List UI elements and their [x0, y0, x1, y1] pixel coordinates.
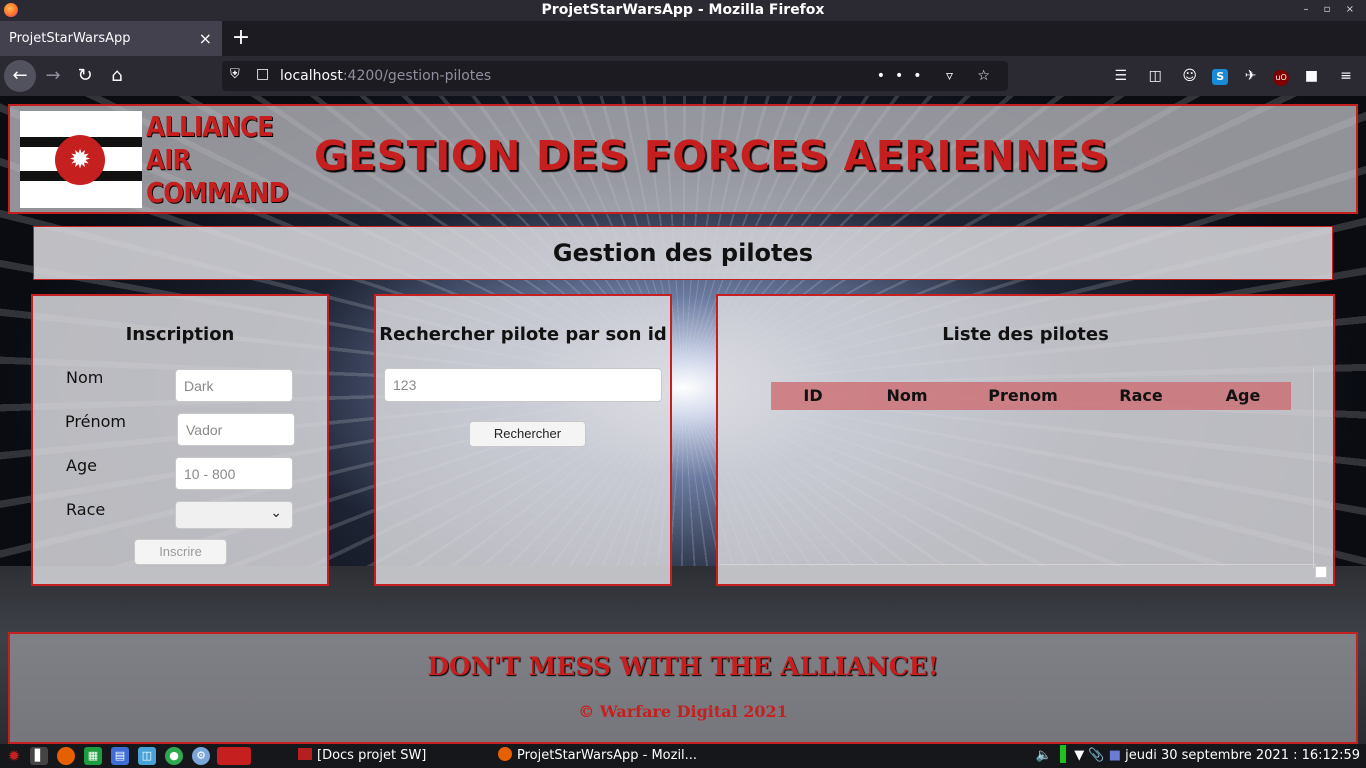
- age-label: Age: [66, 456, 97, 475]
- back-arrow-icon[interactable]: ←: [4, 60, 36, 92]
- pilot-id-search-input[interactable]: [384, 368, 662, 402]
- extension-ship-icon[interactable]: ✈: [1239, 56, 1263, 96]
- start-menu-icon[interactable]: ✹: [5, 747, 23, 765]
- column-header-age[interactable]: Age: [1195, 382, 1291, 410]
- ublock-icon[interactable]: uO: [1273, 70, 1290, 86]
- system-taskbar: ✹ ▋ ▦ ▤ ◫ ● ⚙ [Docs projet SW] ProjetSta…: [0, 744, 1366, 768]
- tab-title: ProjetStarWarsApp: [9, 31, 131, 46]
- teams-icon[interactable]: ■: [1109, 748, 1121, 763]
- table-header: ID Nom Prenom Race Age: [771, 382, 1291, 410]
- pilot-table: ID Nom Prenom Race Age: [718, 366, 1314, 566]
- settings-icon[interactable]: ⚙: [192, 747, 210, 765]
- footer-copyright: © Warfare Digital 2021: [578, 702, 788, 721]
- inscription-panel: Inscription Nom Prénom Age Race ⌄ Inscri…: [31, 294, 329, 586]
- extension-s-icon[interactable]: S: [1212, 69, 1229, 85]
- horizontal-scrollbar[interactable]: [720, 564, 1316, 578]
- active-firefox-icon[interactable]: [217, 747, 251, 765]
- column-header-nom[interactable]: Nom: [855, 382, 959, 410]
- new-tab-button[interactable]: +: [230, 21, 252, 56]
- prenom-label: Prénom: [65, 412, 126, 431]
- toolbar-icons: ☰ ◫ ☺ S ✈ uO ■ ≡: [1103, 56, 1358, 96]
- banner-title: GESTION DES FORCES AERIENNES: [314, 132, 1109, 180]
- browser-tab[interactable]: ProjetStarWarsApp ×: [0, 21, 222, 56]
- footer-slogan: DON'T MESS WITH THE ALLIANCE!: [427, 652, 939, 681]
- page-title: Gestion des pilotes: [33, 226, 1333, 280]
- forward-arrow-icon[interactable]: →: [37, 60, 69, 92]
- firefox-icon: [4, 3, 18, 17]
- url-text[interactable]: localhost:4200/gestion-pilotes: [280, 61, 491, 91]
- maps-icon[interactable]: ●: [165, 747, 183, 765]
- task-docs[interactable]: [Docs projet SW]: [298, 744, 426, 768]
- nav-bar: ← → ↻ ⌂ ⛨ □ localhost:4200/gestion-pilot…: [0, 56, 1366, 96]
- files-icon[interactable]: ◫: [138, 747, 156, 765]
- alliance-flag-logo: ✹: [20, 111, 142, 208]
- address-bar[interactable]: ⛨ □ localhost:4200/gestion-pilotes ••• ▿…: [222, 61, 1008, 91]
- chevron-down-icon: ⌄: [270, 505, 282, 521]
- inscrire-button[interactable]: Inscrire: [134, 539, 227, 565]
- site-header: ✹ ALLIANCE AIR COMMAND GESTION DES FORCE…: [8, 104, 1358, 214]
- window-title: ProjetStarWarsApp - Mozilla Firefox: [541, 2, 825, 18]
- search-title: Rechercher pilote par son id: [379, 324, 667, 345]
- menu-icon[interactable]: ≡: [1334, 56, 1358, 96]
- firefox-task-icon: [498, 747, 512, 761]
- tab-strip: ProjetStarWarsApp × +: [0, 21, 1366, 56]
- library-icon[interactable]: ☰: [1109, 56, 1133, 96]
- account-icon[interactable]: ☺: [1178, 56, 1202, 96]
- prenom-field[interactable]: [177, 413, 295, 446]
- home-icon[interactable]: ⌂: [101, 60, 133, 92]
- nom-field[interactable]: [175, 369, 293, 402]
- wifi-icon[interactable]: ▼: [1074, 748, 1084, 763]
- rebel-emblem-icon: ✹: [55, 135, 105, 185]
- spreadsheet-icon[interactable]: ▦: [84, 747, 102, 765]
- race-label: Race: [66, 500, 106, 519]
- terminal-icon[interactable]: ▋: [30, 747, 48, 765]
- inscription-title: Inscription: [125, 324, 235, 345]
- task-firefox[interactable]: ProjetStarWarsApp - Mozil...: [498, 744, 697, 768]
- volume-icon[interactable]: 🔈: [1036, 748, 1052, 763]
- column-header-race[interactable]: Race: [1087, 382, 1195, 410]
- extension-red-icon[interactable]: ■: [1300, 56, 1324, 96]
- search-panel: Rechercher pilote par son id Rechercher: [374, 294, 672, 586]
- scroll-corner: [1315, 566, 1327, 578]
- vertical-scrollbar[interactable]: [1313, 368, 1327, 568]
- logo-text: ALLIANCE AIR COMMAND: [146, 110, 289, 209]
- document-icon[interactable]: ▤: [111, 747, 129, 765]
- folder-icon: [298, 748, 312, 760]
- close-tab-icon[interactable]: ×: [199, 21, 212, 56]
- rechercher-button[interactable]: Rechercher: [469, 421, 586, 447]
- page-actions-icons[interactable]: ••• ▿ ☆: [877, 61, 1000, 91]
- site-footer: DON'T MESS WITH THE ALLIANCE! © Warfare …: [8, 632, 1358, 744]
- battery-level-icon: [1060, 745, 1067, 763]
- list-title: Liste des pilotes: [942, 324, 1109, 345]
- clock[interactable]: jeudi 30 septembre 2021 : 16:12:59: [1125, 748, 1360, 763]
- column-header-id[interactable]: ID: [771, 382, 855, 410]
- window-titlebar: ProjetStarWarsApp - Mozilla Firefox – ▫ …: [0, 0, 1366, 21]
- system-tray: 🔈 ▼ 📎 ■ jeudi 30 septembre 2021 : 16:12:…: [1036, 744, 1360, 768]
- firefox-launcher-icon[interactable]: [57, 747, 75, 765]
- age-field[interactable]: [175, 457, 293, 490]
- race-select[interactable]: ⌄: [175, 501, 293, 529]
- sidebar-icon[interactable]: ◫: [1143, 56, 1167, 96]
- reload-icon[interactable]: ↻: [69, 60, 101, 92]
- window-controls[interactable]: – ▫ ×: [1303, 0, 1360, 20]
- pilot-list-panel: Liste des pilotes ID Nom Prenom Race Age: [716, 294, 1335, 586]
- page-info-icon[interactable]: □: [256, 66, 269, 82]
- nom-label: Nom: [66, 368, 104, 387]
- column-header-prenom[interactable]: Prenom: [959, 382, 1087, 410]
- attachment-icon[interactable]: 📎: [1088, 748, 1104, 763]
- tracking-shield-icon[interactable]: ⛨: [230, 67, 240, 82]
- page-viewport: ✹ ALLIANCE AIR COMMAND GESTION DES FORCE…: [0, 96, 1366, 744]
